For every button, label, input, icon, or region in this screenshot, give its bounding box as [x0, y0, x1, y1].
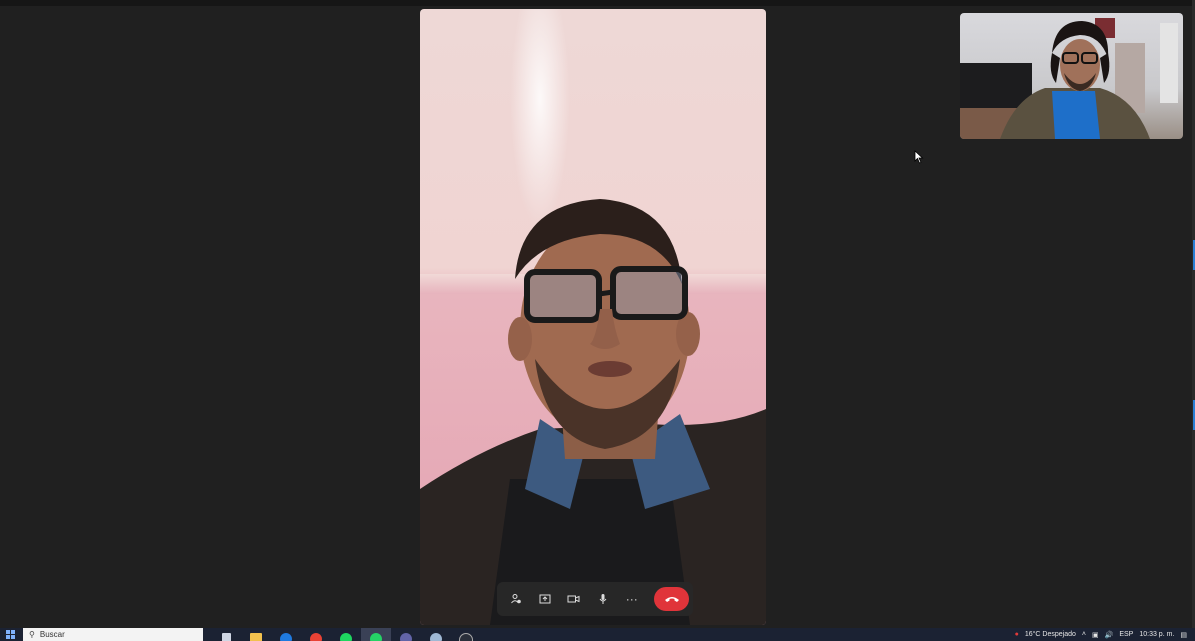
steam-icon[interactable]	[451, 628, 481, 641]
search-placeholder: Buscar	[39, 630, 65, 639]
taskbar-apps	[211, 628, 481, 641]
file-explorer-icon[interactable]	[241, 628, 271, 641]
self-view-video[interactable]	[960, 13, 1183, 139]
mail-icon[interactable]	[271, 628, 301, 641]
language-indicator[interactable]: ESP	[1119, 631, 1133, 638]
network-icon[interactable]: ▣	[1092, 631, 1099, 639]
call-window: ···	[0, 0, 1195, 628]
share-screen-icon[interactable]	[532, 586, 557, 612]
teams-icon[interactable]	[391, 628, 421, 641]
remote-video	[420, 9, 766, 625]
window-top-bar	[0, 0, 1195, 6]
clock[interactable]: 10:33 p. m.	[1139, 631, 1174, 638]
video-camera-icon[interactable]	[561, 586, 586, 612]
chrome-icon[interactable]	[301, 628, 331, 641]
weather-icon[interactable]: ●	[1015, 631, 1019, 638]
weather-text[interactable]: 16°C Despejado	[1025, 631, 1076, 638]
start-button[interactable]	[0, 628, 20, 641]
self-participant	[960, 18, 1178, 139]
spotify-icon[interactable]	[331, 628, 361, 641]
phone-hangup-icon	[664, 597, 679, 602]
more-options-button[interactable]: ···	[619, 586, 644, 612]
people-icon[interactable]	[503, 586, 528, 612]
windows-icon	[5, 630, 15, 639]
more-label: ···	[625, 592, 638, 606]
photos-icon[interactable]	[421, 628, 451, 641]
task-view-icon[interactable]	[211, 628, 241, 641]
microphone-icon[interactable]	[590, 586, 615, 612]
whatsapp-icon[interactable]	[361, 628, 391, 641]
mouse-cursor-icon	[914, 150, 924, 164]
search-icon: ⚲	[29, 630, 35, 639]
taskbar: ⚲ Buscar ● 16°C Despejado ˄ ▣ 🔊 ESP 10:3…	[0, 628, 1195, 641]
end-call-button[interactable]	[654, 587, 690, 611]
notifications-icon[interactable]: ▤	[1180, 631, 1187, 639]
volume-icon[interactable]: 🔊	[1105, 631, 1114, 639]
call-controls-bar: ···	[497, 582, 693, 616]
remote-participant	[420, 199, 766, 625]
system-tray: ● 16°C Despejado ˄ ▣ 🔊 ESP 10:33 p. m. ▤	[1015, 631, 1195, 639]
chevron-up-icon[interactable]: ˄	[1082, 631, 1086, 638]
taskbar-search[interactable]: ⚲ Buscar	[23, 628, 203, 641]
